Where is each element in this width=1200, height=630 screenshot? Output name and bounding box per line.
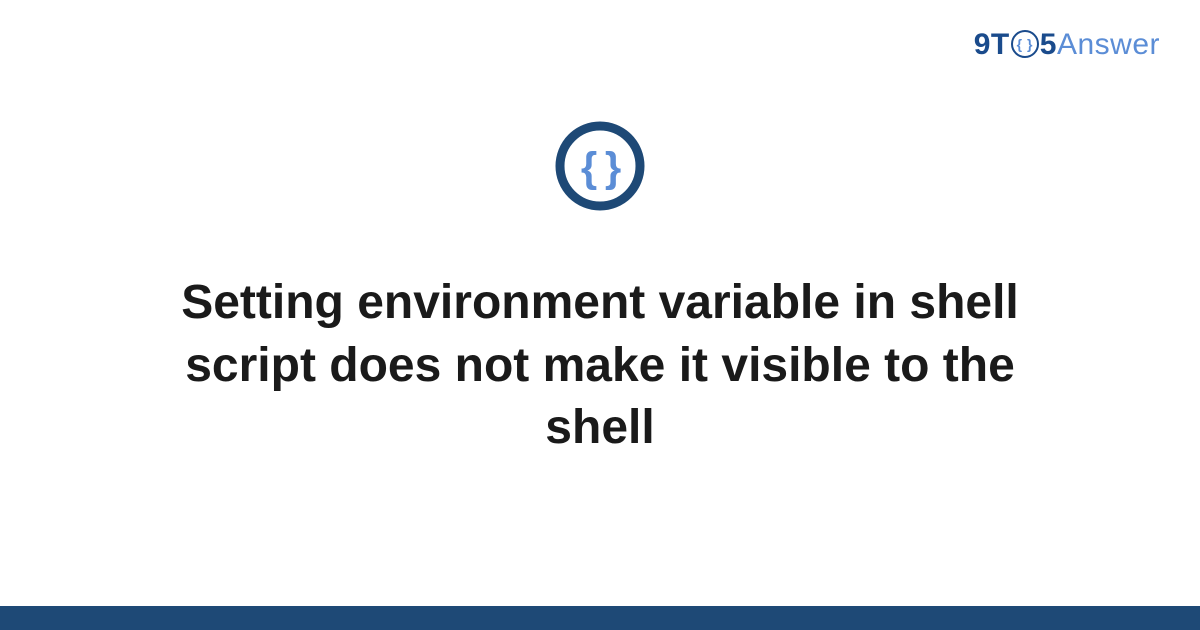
category-braces-icon: { } <box>554 120 646 212</box>
bottom-accent-bar <box>0 606 1200 630</box>
svg-text:{ }: { } <box>581 144 621 191</box>
page-title: Setting environment variable in shell sc… <box>100 272 1100 459</box>
main-content: { } Setting environment variable in shel… <box>0 0 1200 630</box>
